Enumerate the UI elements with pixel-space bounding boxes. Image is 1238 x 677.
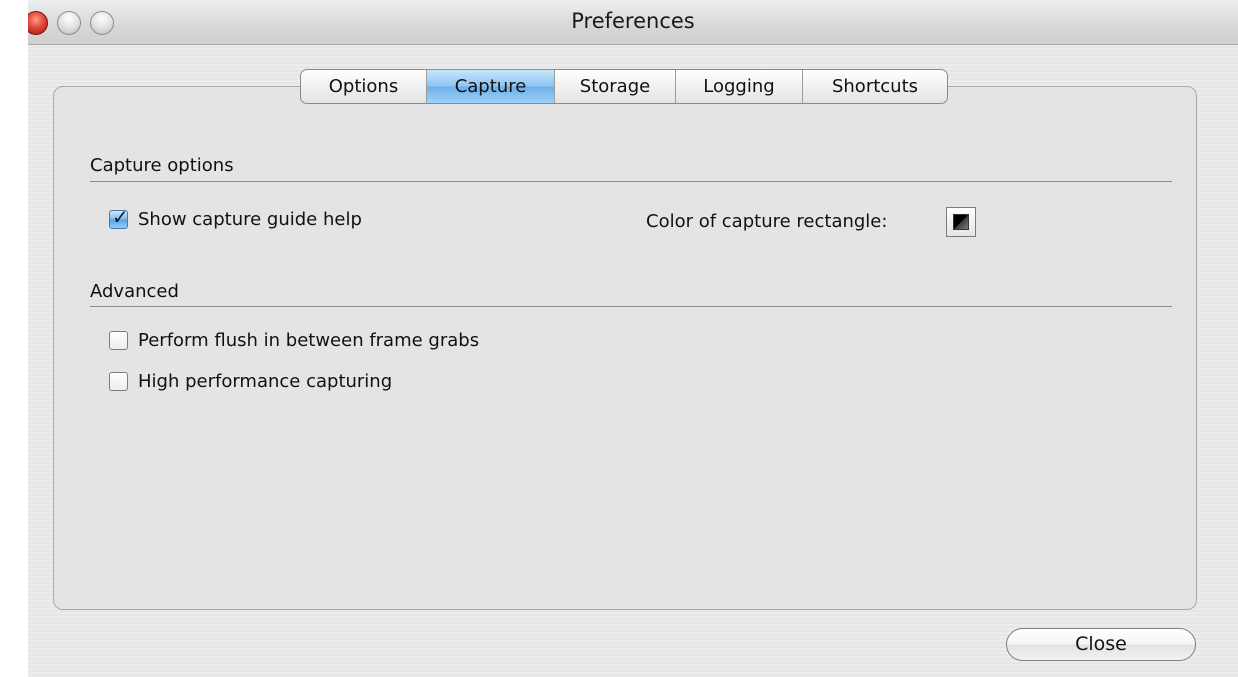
title-bar[interactable]: Preferences: [28, 0, 1238, 45]
color-capture-rectangle-label: Color of capture rectangle:: [646, 211, 888, 232]
advanced-divider: [90, 306, 1172, 307]
color-swatch: [953, 214, 969, 230]
high-performance-checkbox[interactable]: [109, 372, 128, 391]
tab-storage[interactable]: Storage: [555, 70, 676, 103]
tab-content-panel: Capture options ✓ Show capture guide hel…: [53, 86, 1197, 610]
window-title: Preferences: [571, 9, 695, 33]
show-capture-guide-label: Show capture guide help: [138, 209, 362, 230]
tab-shortcuts[interactable]: Shortcuts: [803, 70, 947, 103]
tab-options[interactable]: Options: [301, 70, 427, 103]
perform-flush-checkbox[interactable]: [109, 331, 128, 350]
preferences-window: Preferences Capture options ✓ Show captu…: [28, 0, 1238, 677]
show-capture-guide-checkbox[interactable]: ✓: [109, 205, 129, 229]
tab-bar: Options Capture Storage Logging Shortcut…: [300, 69, 948, 104]
capture-rectangle-color-well[interactable]: [946, 207, 976, 237]
close-button[interactable]: Close: [1006, 628, 1196, 661]
capture-options-divider: [90, 181, 1172, 182]
advanced-heading: Advanced: [90, 281, 179, 302]
tab-logging[interactable]: Logging: [676, 70, 803, 103]
checkmark-icon: ✓: [112, 205, 129, 229]
perform-flush-label: Perform flush in between frame grabs: [138, 330, 480, 351]
high-performance-row[interactable]: High performance capturing: [109, 371, 392, 392]
show-capture-guide-row[interactable]: ✓ Show capture guide help: [109, 205, 362, 230]
high-performance-label: High performance capturing: [138, 371, 393, 392]
perform-flush-row[interactable]: Perform flush in between frame grabs: [109, 330, 479, 351]
capture-options-heading: Capture options: [90, 155, 234, 176]
tab-capture[interactable]: Capture: [427, 70, 555, 103]
